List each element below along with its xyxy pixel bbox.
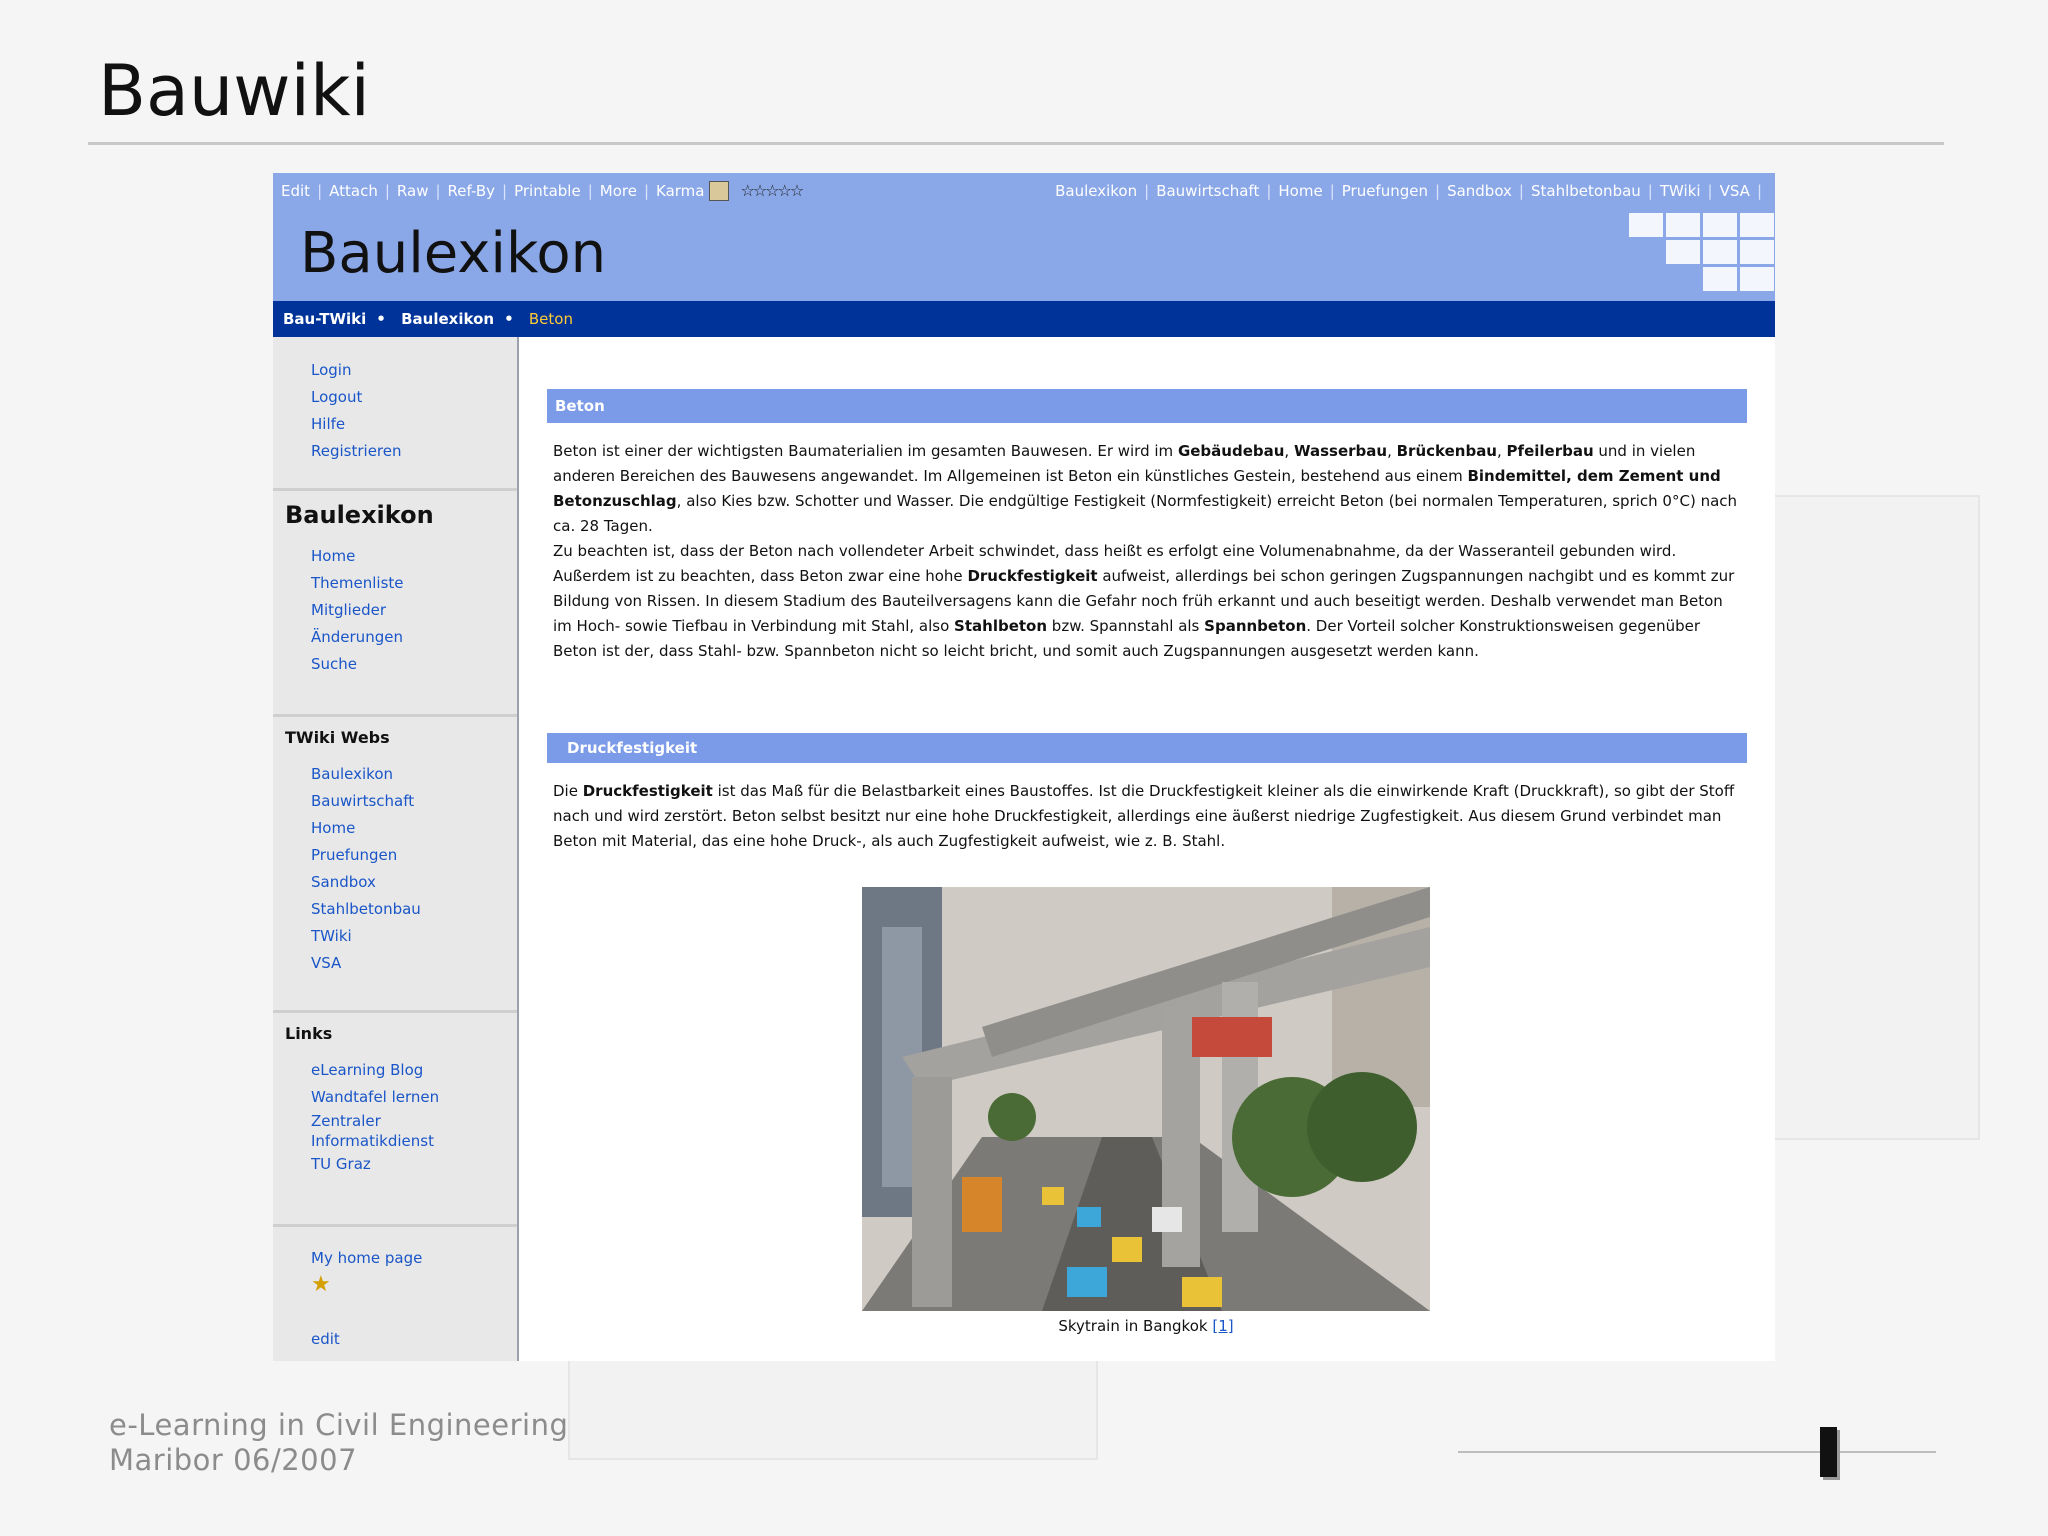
wandtafel-link[interactable]: Wandtafel lernen — [311, 1084, 517, 1111]
keyword: Brückenbau — [1396, 442, 1497, 460]
web-link-vsa[interactable]: VSA — [1720, 173, 1750, 209]
printable-link[interactable]: Printable — [514, 173, 581, 209]
sidebar-web-baulexikon[interactable]: Baulexikon — [311, 761, 517, 788]
web-title: Baulexikon — [300, 221, 607, 286]
keyword: Pfeilerbau — [1506, 442, 1594, 460]
elearning-blog-link[interactable]: eLearning Blog — [311, 1057, 517, 1084]
raw-link[interactable]: Raw — [397, 173, 429, 209]
section-heading-beton: Beton — [547, 389, 1747, 423]
links-heading: Links — [285, 1024, 333, 1043]
karma-icon[interactable] — [708, 181, 729, 201]
star-icon: ★ — [311, 1272, 331, 1297]
decorative-panel — [1770, 495, 1980, 1140]
web-link-pruefungen[interactable]: Pruefungen — [1342, 173, 1428, 209]
register-link[interactable]: Registrieren — [311, 438, 517, 465]
keyword: Spannbeton — [1204, 617, 1307, 635]
links-section: Links eLearning Blog Wandtafel lernen Ze… — [273, 1013, 517, 1227]
sidebar-web-pruefungen[interactable]: Pruefungen — [311, 842, 517, 869]
keyword: Druckfestigkeit — [967, 567, 1098, 585]
sidebar-web-home[interactable]: Home — [311, 815, 517, 842]
web-link-stahlbetonbau[interactable]: Stahlbetonbau — [1531, 173, 1641, 209]
web-link-home[interactable]: Home — [1278, 173, 1322, 209]
rating-stars-icon[interactable]: ☆☆☆☆☆ — [741, 173, 805, 209]
account-section: Login Logout Hilfe Registrieren — [273, 337, 517, 491]
login-link[interactable]: Login — [311, 357, 517, 384]
personal-section: My home page ★ edit — [273, 1227, 517, 1353]
ref-by-link[interactable]: Ref-By — [448, 173, 495, 209]
breadcrumb-item[interactable]: Baulexikon — [401, 310, 494, 328]
skytrain-photo — [862, 887, 1430, 1311]
sidebar-web-bauwirtschaft[interactable]: Bauwirtschaft — [311, 788, 517, 815]
sidebar-web-twiki[interactable]: TWiki — [311, 923, 517, 950]
wiki-screenshot: Edit | Attach | Raw | Ref-By | Printable | Mo… — [273, 173, 1775, 1361]
footer-line: Maribor 06/2007 — [109, 1443, 358, 1477]
breadcrumb-item[interactable]: Bau-TWiki — [283, 310, 366, 328]
tu-graz-link[interactable]: TU Graz — [311, 1151, 517, 1178]
topic-actions: Edit | Attach | Raw | Ref-By | Printable | Mo… — [281, 173, 805, 209]
web-link-baulexikon[interactable]: Baulexikon — [1055, 173, 1137, 209]
zid-link[interactable]: Zentraler Informatikdienst — [311, 1111, 461, 1151]
topic-toolbar: Edit | Attach | Raw | Ref-By | Printable | Mo… — [273, 173, 1775, 209]
section-heading-druckfestigkeit: Druckfestigkeit — [547, 733, 1747, 763]
sidebar-item-topics[interactable]: Themenliste — [311, 570, 517, 597]
web-section: Baulexikon Home Themenliste Mitglieder Ä… — [273, 491, 517, 717]
decorative-panel — [568, 1355, 1098, 1460]
web-link-bauwirtschaft[interactable]: Bauwirtschaft — [1156, 173, 1259, 209]
progress-marker — [1820, 1427, 1837, 1477]
photo-caption: Skytrain in Bangkok [1] — [1058, 1317, 1234, 1335]
topic-content: Beton Beton ist einer der wichtigsten Ba… — [519, 337, 1775, 1361]
sidebar-item-search[interactable]: Suche — [311, 651, 517, 678]
edit-sidebar-link[interactable]: edit — [311, 1326, 517, 1353]
breadcrumb-current: Beton — [528, 310, 573, 328]
paragraph-intro: Beton ist einer der wichtigsten Baumater… — [553, 442, 1738, 535]
sidebar-web-sandbox[interactable]: Sandbox — [311, 869, 517, 896]
paragraph-shrinkage: Zu beachten ist, dass der Beton nach vol… — [553, 542, 1735, 660]
help-link[interactable]: Hilfe — [311, 411, 517, 438]
karma-link[interactable]: Karma — [656, 173, 704, 209]
web-heading: Baulexikon — [285, 501, 434, 529]
footer-line: e-Learning in Civil Engineering — [109, 1408, 569, 1442]
keyword: Stahlbeton — [954, 617, 1048, 635]
web-links: Baulexikon | Bauwirtschaft | Home | Pruefun… — [1055, 173, 1769, 209]
sidebar-item-members[interactable]: Mitglieder — [311, 597, 517, 624]
my-home-page-link[interactable]: My home page — [311, 1245, 517, 1272]
webs-heading: TWiki Webs — [285, 728, 390, 747]
sidebar-item-changes[interactable]: Änderungen — [311, 624, 517, 651]
slide-footer: e-Learning in Civil Engineering Maribor … — [109, 1408, 568, 1478]
attach-link[interactable]: Attach — [329, 173, 378, 209]
keyword: Druckfestigkeit — [582, 782, 713, 800]
keyword: Gebäudebau — [1177, 442, 1285, 460]
paragraph-druckfestigkeit: Die Druckfestigkeit ist das Maß für die … — [553, 782, 1735, 850]
webs-section: TWiki Webs Baulexikon Bauwirtschaft Home… — [273, 717, 517, 1013]
breadcrumb: Bau-TWiki • Baulexikon • Beton — [273, 301, 1775, 337]
footnote-link[interactable]: [1] — [1212, 1317, 1233, 1335]
skytrain-image — [862, 887, 1430, 1311]
sidebar-web-vsa[interactable]: VSA — [311, 950, 517, 977]
sidebar-web-stahlbetonbau[interactable]: Stahlbetonbau — [311, 896, 517, 923]
sidebar-item-home[interactable]: Home — [311, 543, 517, 570]
web-link-sandbox[interactable]: Sandbox — [1447, 173, 1512, 209]
web-link-twiki[interactable]: TWiki — [1660, 173, 1701, 209]
logout-link[interactable]: Logout — [311, 384, 517, 411]
twiki-logo-icon[interactable] — [1629, 213, 1774, 293]
left-sidebar: Login Logout Hilfe Registrieren Baulexik… — [273, 337, 519, 1361]
title-divider — [88, 142, 1944, 145]
more-link[interactable]: More — [600, 173, 637, 209]
edit-link[interactable]: Edit — [281, 173, 310, 209]
slide-title: Bauwiki — [98, 50, 370, 132]
keyword: Wasserbau — [1293, 442, 1388, 460]
progress-track — [1458, 1451, 1936, 1453]
